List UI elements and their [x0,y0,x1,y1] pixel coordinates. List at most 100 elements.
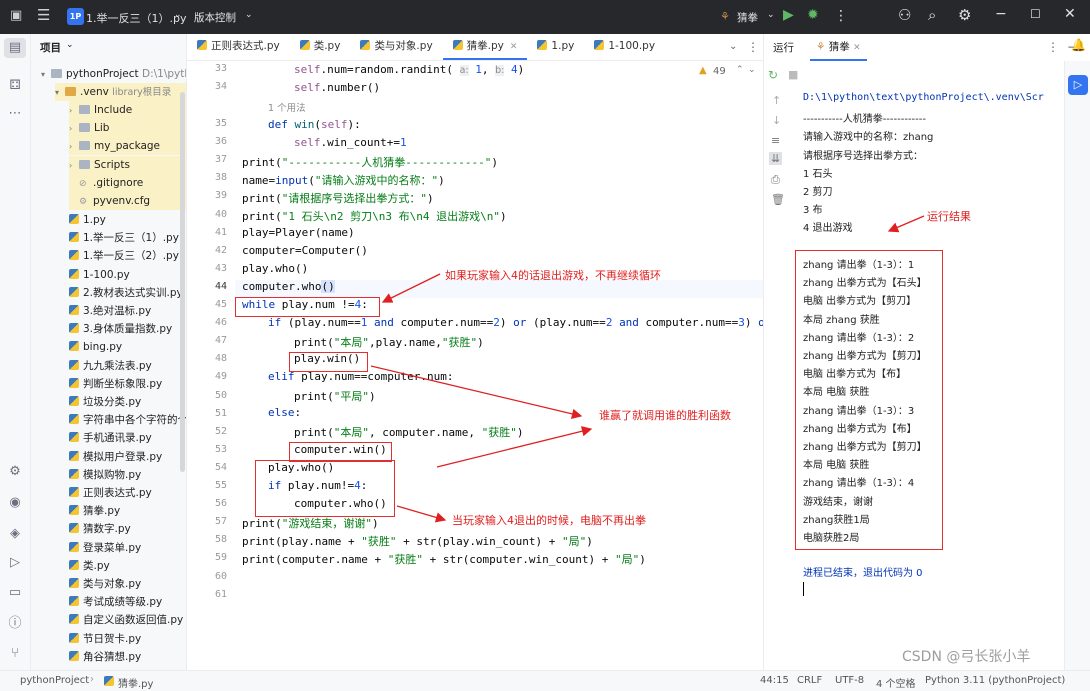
close-tab-icon[interactable]: ✕ [853,43,861,53]
code-line-36[interactable]: self.win_count+=1 [294,136,407,149]
code-line-58[interactable]: print(play.name + "获胜" + str(play.win_co… [242,533,593,549]
editor-tab[interactable]: 猜拳.py ✕ [442,33,528,60]
tree-file-item[interactable]: 正则表达式.py [69,484,152,502]
line-separator[interactable]: CRLF [797,675,822,686]
tree-file-item[interactable]: 2.教材表达式实训.py [69,284,183,302]
debug-icon[interactable]: ✹ [807,7,819,23]
code-line-39[interactable]: print("请根据序号选择出拳方式：") [242,190,434,206]
editor-tab[interactable]: 正则表达式.py [187,33,290,60]
interpreter[interactable]: Python 3.11 (pythonProject) [925,675,1065,686]
vcs-menu[interactable]: 版本控制 [194,10,236,25]
tree-file-item[interactable]: 1.举一反三（2）.py [69,247,179,265]
code-line-35[interactable]: def win(self): [268,118,361,131]
inspection-up-icon[interactable]: ⌃ [736,65,744,75]
project-panel-title[interactable]: 项目 [40,40,61,55]
tree-venv-child[interactable]: › my_package [69,137,186,156]
tree-file-item[interactable]: 类.py [69,557,110,575]
code-line-51[interactable]: else: [268,406,301,419]
indent-setting[interactable]: 4 个空格 [876,675,916,690]
maximize-icon[interactable]: ☐ [1030,7,1041,21]
breadcrumb-file[interactable]: 猜拳.py [118,675,153,690]
tree-file-item[interactable]: 模拟购物.py [69,466,141,484]
soft-wrap-icon[interactable]: ≡ [771,134,780,147]
code-line-50[interactable]: print("平局") [294,388,376,404]
cursor-position[interactable]: 44:15 [760,675,789,686]
tree-file-item[interactable]: 自定义函数返回值.py [69,611,183,629]
more-actions-icon[interactable]: ⋮ [834,8,848,24]
code-line-40[interactable]: print("1 石头\n2 剪刀\n3 布\n4 退出游戏\n") [242,208,507,224]
more-tools-icon[interactable]: ⋯ [4,104,26,124]
structure-tool-icon[interactable]: ⚃ [4,76,26,96]
tree-file-item[interactable]: 登录菜单.py [69,539,141,557]
close-icon[interactable]: ✕ [1064,6,1076,22]
clear-icon[interactable]: 🗑 [771,193,785,206]
tree-file-item[interactable]: 考试成绩等级.py [69,593,162,611]
file-encoding[interactable]: UTF-8 [835,675,864,686]
tree-file-item[interactable]: 角谷猜想.py [69,648,141,666]
tree-file-item[interactable]: 模拟用户登录.py [69,448,162,466]
tree-file-item[interactable]: 1-100.py [69,266,130,284]
code-line-42[interactable]: computer=Computer() [242,244,368,257]
editor-tab[interactable]: 类.py [290,33,351,60]
vcs-dropdown-icon[interactable]: ⌄ [245,10,253,20]
scroll-down-icon[interactable]: ↓ [772,114,781,127]
tree-venv-child[interactable]: › Include [69,101,186,119]
tree-file-item[interactable]: 3.绝对温标.py [69,302,151,320]
tree-file-item[interactable]: 九九乘法表.py [69,357,152,375]
run-tool-icon[interactable]: ▷ [4,553,26,573]
run-icon[interactable]: ▶ [783,7,794,23]
project-name[interactable]: 1.举一反三（1）.py [86,10,186,26]
code-line-52[interactable]: print("本局", computer.name, "获胜") [294,424,523,440]
code-line-37[interactable]: print("-----------人机猜拳------------") [242,154,498,170]
settings-icon[interactable]: ⚙ [958,6,971,24]
tree-file-item[interactable]: bing.py [69,338,122,356]
tree-venv-child[interactable]: ⚙ pyvenv.cfg [69,192,186,210]
tabs-more-icon[interactable]: ⋮ [747,40,759,54]
problems-icon[interactable]: ⓘ [4,614,26,634]
tabs-overflow-icon[interactable]: ⌄ [729,41,737,52]
tree-file-item[interactable]: 1.py [69,211,106,229]
editor-tab[interactable]: 类与对象.py [350,33,442,60]
print-icon[interactable]: ⎙ [771,173,780,187]
tree-file-item[interactable]: 垃圾分类.py [69,393,141,411]
tree-file-item[interactable]: 字符串中各个字符的个数 [69,411,186,429]
rerun-icon[interactable]: ↻ [768,68,778,82]
main-menu-icon[interactable]: ☰ [37,6,50,24]
code-line-47[interactable]: print("本局",play.name,"获胜") [294,334,484,350]
editor-tab[interactable]: 1.py [527,33,584,60]
usage-hint[interactable]: 1 个用法 [268,100,306,114]
code-line-57[interactable]: print("游戏结束，谢谢") [242,515,379,531]
tree-file-item[interactable]: 判断坐标象限.py [69,375,162,393]
tree-file-item[interactable]: 类与对象.py [69,575,141,593]
scroll-up-icon[interactable]: ↑ [772,94,781,107]
tree-file-item[interactable]: 猜拳.py [69,502,120,520]
tree-venv[interactable]: ▾ .venv library根目录 [55,83,186,101]
terminal-icon[interactable]: ▭ [4,583,26,603]
code-line-33[interactable]: self.num=random.randint( a: 1, b: 4) [294,63,524,76]
code-line-38[interactable]: name=input("请输入游戏中的名称：") [242,172,445,188]
tree-file-item[interactable]: 手机通讯录.py [69,429,152,447]
chevron-down-icon[interactable]: ⌄ [66,40,74,50]
code-line-34[interactable]: self.number() [294,81,380,94]
code-line-46[interactable]: if (play.num==1 and computer.num==2) or … [268,316,771,329]
inspection-down-icon[interactable]: ⌄ [748,65,756,75]
code-line-44[interactable]: computer.who() [242,280,335,293]
code-line-41[interactable]: play=Player(name) [242,226,355,239]
run-config-dropdown-icon[interactable]: ⌄ [767,10,775,20]
search-icon[interactable]: ⌕ [928,6,936,24]
tree-root[interactable]: ▾ pythonProject D:\1\pyth [41,65,186,83]
tree-venv-child[interactable]: › Scripts [69,155,186,174]
tree-file-item[interactable]: 猜数字.py [69,520,131,538]
notifications-icon[interactable]: 🔔 [1071,38,1086,52]
tree-file-item[interactable]: 节日贺卡.py [69,630,141,648]
close-tab-icon[interactable]: ✕ [510,42,518,52]
tree-file-item[interactable]: 1.举一反三（1）.py [69,229,179,247]
minimize-icon[interactable]: − [995,6,1007,22]
project-scrollbar[interactable] [180,92,185,472]
git-icon[interactable]: ⑂ [4,644,26,664]
run-config[interactable]: 猜拳 [737,10,758,25]
scroll-to-end-icon[interactable]: ⇊ [769,152,783,165]
tree-venv-child[interactable]: › Lib [69,119,186,138]
code-line-43[interactable]: play.who() [242,262,308,275]
inspection-warning-icon[interactable]: ▲ [699,65,707,76]
